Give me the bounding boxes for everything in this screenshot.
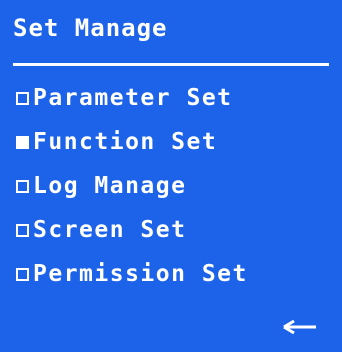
menu-item-screen-set[interactable]: Screen Set	[16, 215, 248, 245]
back-button[interactable]	[276, 310, 324, 340]
title-divider	[13, 63, 329, 66]
menu-item-label: Permission Set	[33, 261, 248, 287]
checkbox-icon	[16, 267, 29, 281]
checkbox-icon	[16, 223, 29, 237]
selected-square-icon	[16, 135, 29, 149]
checkbox-icon	[16, 91, 29, 105]
menu-item-label: Parameter Set	[33, 85, 233, 111]
settings-menu: Parameter Set Function Set Log Manage Sc…	[16, 83, 248, 303]
set-manage-screen: Set Manage Parameter Set Function Set Lo…	[0, 0, 342, 352]
menu-item-label: Function Set	[33, 129, 218, 155]
menu-item-parameter-set[interactable]: Parameter Set	[16, 83, 248, 113]
page-title: Set Manage	[13, 14, 168, 42]
checkbox-icon	[16, 179, 29, 193]
menu-item-permission-set[interactable]: Permission Set	[16, 259, 248, 289]
left-arrow-icon	[283, 319, 316, 335]
menu-item-log-manage[interactable]: Log Manage	[16, 171, 248, 201]
menu-item-label: Screen Set	[33, 217, 187, 243]
menu-item-label: Log Manage	[33, 173, 187, 199]
menu-item-function-set[interactable]: Function Set	[16, 127, 248, 157]
